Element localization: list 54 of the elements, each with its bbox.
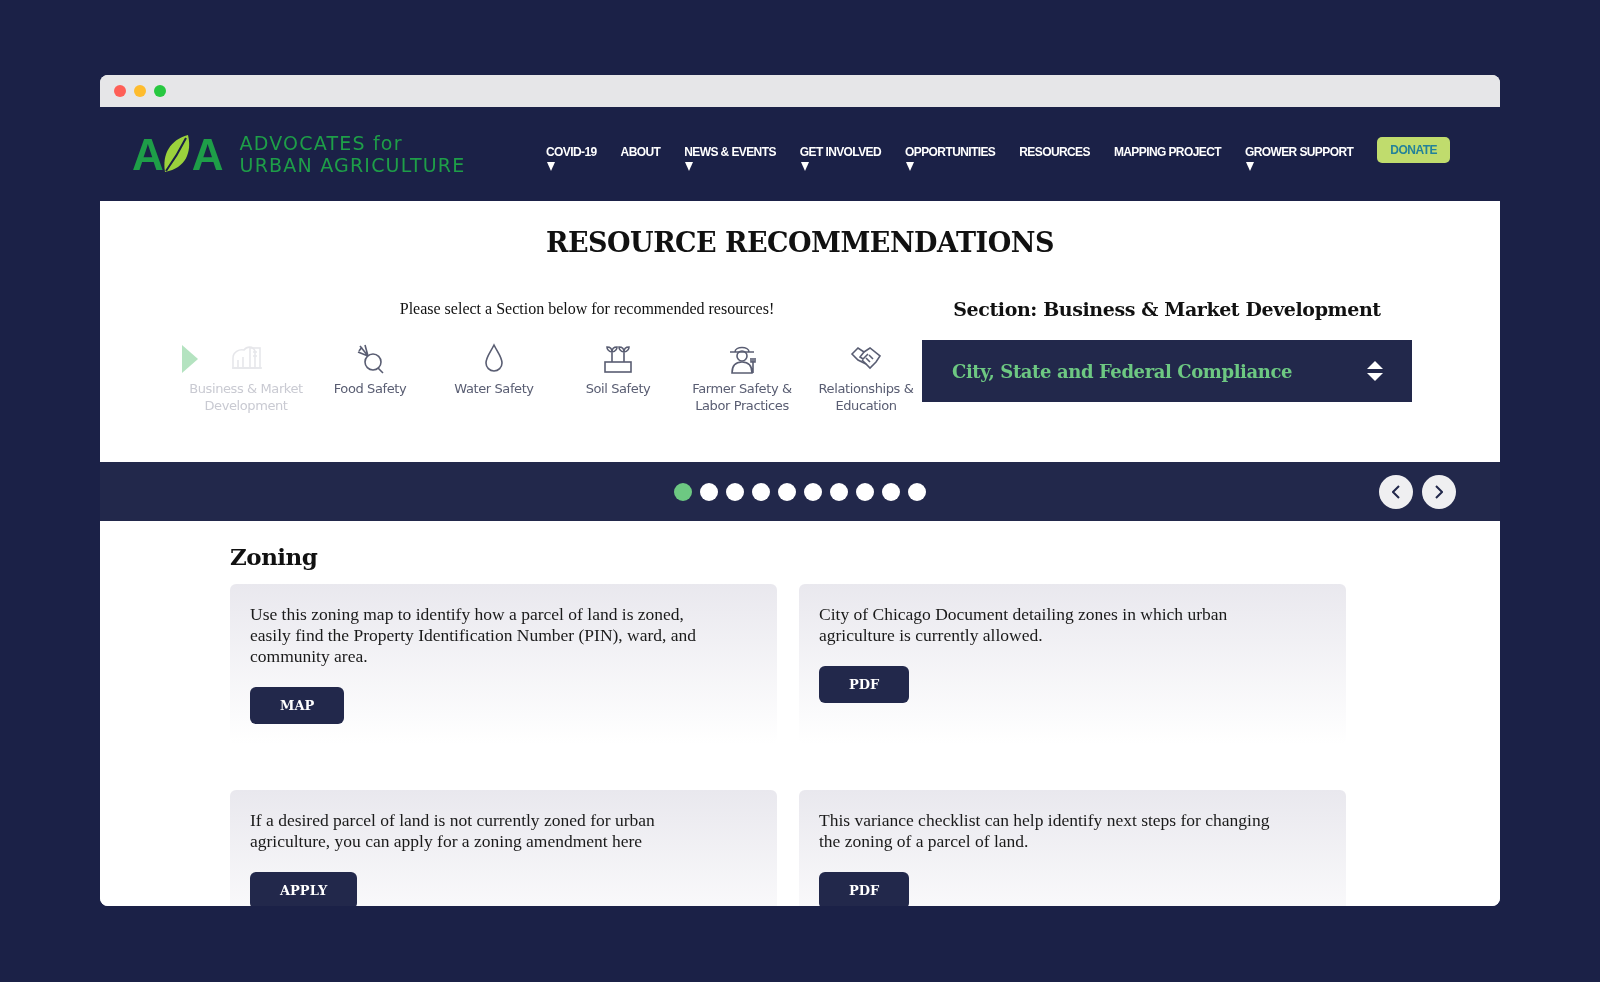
leaf-icon [161,134,192,174]
section-heading: Section: Business & Market Development [953,298,1381,320]
nav-link[interactable]: ABOUT [620,145,661,179]
logo-letter: A [191,136,222,174]
next-button[interactable] [1422,474,1456,509]
instruction-text: Please select a Section below for recommended resources! [399,300,775,318]
topic-heading: Zoning [230,543,319,570]
slide-dot[interactable] [882,482,900,501]
nav-link[interactable]: COVID-19 [546,145,597,179]
minimize-dot[interactable] [134,85,146,97]
caret-icon [799,162,810,171]
resource-description: Use this zoning map to identify how a parcel of land is zoned, easily find the Property Identification Number (PIN), ward, and community area. [250,604,698,667]
caret-icon [1244,162,1255,171]
slide-dot[interactable] [830,482,848,501]
resource-description: If a desired parcel of land is not currently zoned for urban agriculture, you can apply for a zoning amendment here [250,810,656,852]
resource-button[interactable]: APPLY [250,872,358,906]
slide-dot[interactable] [752,482,770,501]
section-option[interactable]: Soil Safety [556,342,680,414]
maximize-dot[interactable] [154,85,166,97]
slide-dot[interactable] [908,482,926,501]
section-option[interactable]: Water Safety [432,342,556,414]
previous-button[interactable] [1379,474,1413,509]
nav-link[interactable]: MAPPING PROJECT [1113,145,1221,179]
logo-text: URBAN AGRICULTURE [239,154,466,176]
section-option[interactable]: Farmer Safety & Labor Practices [680,342,804,414]
chevron-right-icon [1435,484,1443,499]
nav-link[interactable]: RESOURCES [1019,145,1090,179]
caret-icon [684,162,695,171]
slide-dot[interactable] [700,482,718,501]
chevron-left-icon [1392,484,1400,499]
nav-link[interactable]: OPPORTUNITIES [905,145,996,179]
sort-arrows-icon [1366,361,1384,381]
slide-dot[interactable] [674,482,692,501]
resource-button[interactable]: MAP [250,687,345,724]
caret-icon [905,162,916,171]
resource-description: This variance checklist can help identify next steps for changing the zoning of a parcel of land. [819,810,1271,852]
slide-dot[interactable] [856,482,874,501]
nav-link[interactable]: GROWER SUPPORT [1244,145,1354,179]
pointer-triangle-icon [182,345,198,373]
logo-letter: A [132,136,162,174]
close-dot[interactable] [114,85,126,97]
caret-icon [546,162,556,171]
section-option[interactable]: Food Safety [308,342,432,414]
nav-link[interactable]: NEWS & EVENTS [684,145,776,179]
slide-dot[interactable] [778,482,796,501]
resource-button[interactable]: PDF [819,872,910,906]
slide-dot[interactable] [726,482,744,501]
page-title: RESOURCE RECOMMENDATIONS [545,226,1055,258]
resource-description: City of Chicago Document detailing zones in which urban agriculture is currently allowed. [819,604,1229,646]
resource-button[interactable]: PDF [819,666,910,703]
logo-text: ADVOCATES for [239,132,404,154]
slide-dot[interactable] [804,482,822,501]
topic-dropdown[interactable]: City, State and Federal Compliance [922,340,1412,402]
nav-link[interactable]: GET INVOLVED [799,145,882,179]
